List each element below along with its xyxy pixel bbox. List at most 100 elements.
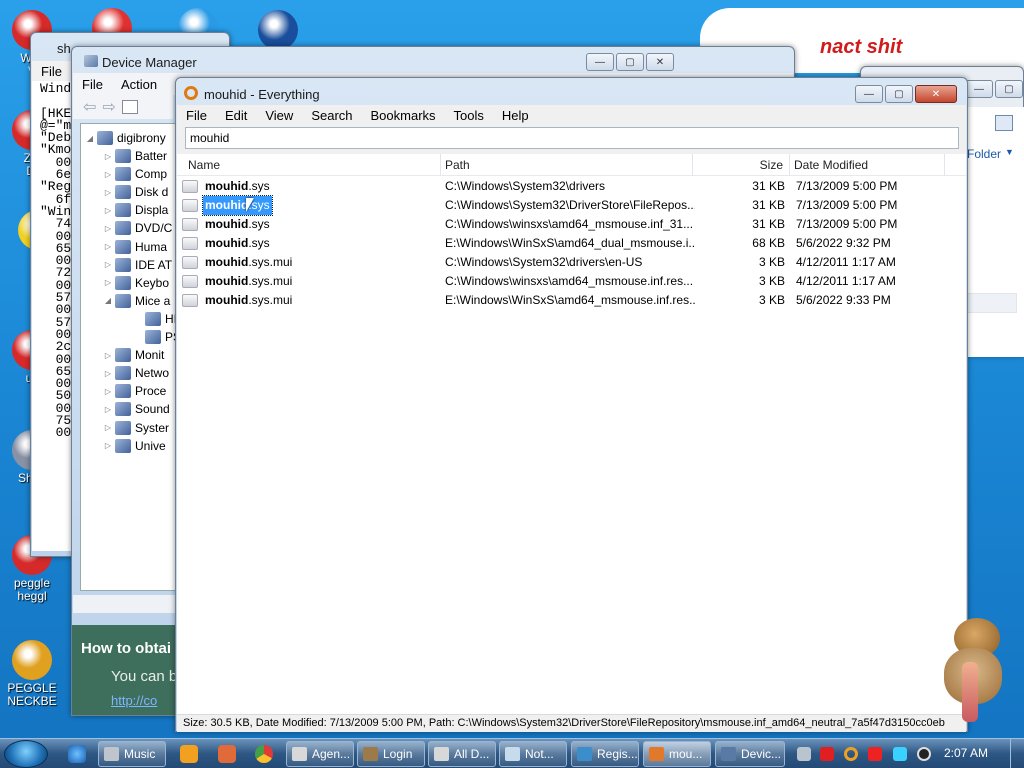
minimize-button[interactable]: —	[586, 53, 614, 71]
taskbar-button[interactable]: Agen...	[286, 741, 354, 767]
tray-icon-2[interactable]	[820, 747, 834, 761]
expand-icon[interactable]: ▷	[103, 152, 113, 161]
result-row[interactable]: mouhid.sys C:\Windows\winsxs\amd64_msmous…	[179, 215, 949, 234]
expand-icon[interactable]: ▷	[103, 278, 113, 287]
tree-item[interactable]: ▷ Huma	[103, 238, 167, 256]
minimize-button[interactable]: —	[965, 80, 993, 98]
tree-item[interactable]: ▷ Monit	[103, 346, 164, 364]
network-icon[interactable]	[893, 747, 907, 761]
tree-item[interactable]: ▷ Keybo	[103, 274, 169, 292]
chevron-down-icon[interactable]: ▼	[1005, 147, 1014, 157]
result-row[interactable]: mouhid.sys C:\Windows\System32\DriverStor…	[179, 195, 949, 216]
expand-icon[interactable]: ▷	[103, 188, 113, 197]
result-row[interactable]: mouhid.sys.mui C:\Windows\winsxs\amd64_ms…	[179, 272, 949, 291]
result-row[interactable]: mouhid.sys.mui E:\Windows\WinSxS\amd64_ms…	[179, 291, 949, 310]
result-row[interactable]: mouhid.sys E:\Windows\WinSxS\amd64_dual_m…	[179, 234, 949, 253]
tree-item[interactable]: ▷ Unive	[103, 437, 166, 455]
flag-icon[interactable]	[868, 747, 882, 761]
maximize-button[interactable]: ▢	[616, 53, 644, 71]
close-button[interactable]: ✕	[915, 85, 957, 103]
menu-help[interactable]: Help	[493, 108, 538, 123]
tree-item[interactable]: PS	[133, 328, 181, 346]
col-size[interactable]: Size	[693, 154, 790, 176]
tree-item[interactable]: ▷ Batter	[103, 147, 167, 165]
expand-icon[interactable]: ▷	[103, 260, 113, 269]
forward-arrow-icon[interactable]: ⇨	[102, 97, 115, 117]
taskbar-button[interactable]: mou...	[643, 741, 711, 767]
clock[interactable]: 2:07 AM	[944, 746, 988, 760]
view-icon[interactable]	[995, 115, 1013, 131]
maximize-button[interactable]: ▢	[885, 85, 913, 103]
expand-icon[interactable]: ▷	[103, 369, 113, 378]
expand-icon[interactable]: ▷	[103, 351, 113, 360]
results-list[interactable]: Name Path Size Date Modified mouhid.sys C…	[177, 154, 966, 716]
tree-item[interactable]: ▷ IDE AT	[103, 256, 172, 274]
expand-icon[interactable]: ▷	[103, 441, 113, 450]
tree-item[interactable]: HI	[133, 310, 177, 328]
expand-icon[interactable]: ▷	[103, 206, 113, 215]
result-row[interactable]: mouhid.sys C:\Windows\System32\drivers 31 …	[179, 177, 949, 196]
menu-bookmarks[interactable]: Bookmarks	[362, 108, 445, 123]
desktop-app-icon[interactable]	[258, 10, 298, 50]
menu-file[interactable]: File	[32, 64, 71, 79]
taskbar-button[interactable]: All D...	[428, 741, 496, 767]
tray-icon-1[interactable]	[797, 747, 811, 761]
collapse-icon[interactable]: ◢	[103, 296, 113, 305]
taskbar-button[interactable]: Login	[357, 741, 425, 767]
properties-icon[interactable]	[121, 100, 138, 114]
tree-item[interactable]: ▷ Disk d	[103, 183, 168, 201]
taskbar-button[interactable]: Not...	[499, 741, 567, 767]
expand-icon[interactable]: ◢	[85, 134, 95, 143]
menu-file[interactable]: File	[177, 108, 216, 123]
menu-view[interactable]: View	[256, 108, 302, 123]
expand-icon[interactable]: ▷	[103, 423, 113, 432]
expand-icon[interactable]: ▷	[103, 170, 113, 179]
menu-file[interactable]: File	[73, 77, 112, 92]
media-player-icon[interactable]	[180, 745, 198, 763]
tree-item[interactable]: ▷ DVD/C	[103, 219, 172, 237]
expand-icon[interactable]: ▷	[103, 405, 113, 414]
taskbar-button[interactable]: Devic...	[715, 741, 785, 767]
taskbar-button[interactable]: Music	[98, 741, 166, 767]
ie-icon[interactable]	[68, 745, 86, 763]
device-tree[interactable]: ◢ digibrony ▷ Batter ▷ Comp ▷ Disk d ▷ Displa ▷ D…	[80, 123, 181, 591]
file-size: 3 KB	[758, 293, 785, 307]
tree-item[interactable]: ▷ Netwo	[103, 364, 169, 382]
tree-item[interactable]: ◢ Mice a	[103, 292, 170, 310]
expand-icon[interactable]: ▷	[103, 242, 113, 251]
result-row[interactable]: mouhid.sys.mui C:\Windows\System32\driver…	[179, 253, 949, 272]
maximize-button[interactable]: ▢	[995, 80, 1023, 98]
col-path[interactable]: Path	[441, 154, 693, 176]
taskbar-button[interactable]: Regis...	[571, 741, 639, 767]
tree-item[interactable]: ▷ Sound	[103, 400, 170, 418]
tree-root[interactable]: ◢ digibrony	[85, 129, 166, 147]
chrome-icon[interactable]	[255, 745, 273, 763]
tree-item[interactable]: ▷ Proce	[103, 382, 166, 400]
desktop-icon[interactable]: PEGGLE NECKBE	[2, 640, 62, 708]
close-button[interactable]: ✕	[646, 53, 674, 71]
col-name[interactable]: Name	[184, 154, 441, 176]
menu-tools[interactable]: Tools	[445, 108, 493, 123]
start-button[interactable]	[4, 740, 48, 768]
menu-action[interactable]: Action	[112, 77, 166, 92]
name-match: mouhid	[205, 198, 249, 212]
tree-item[interactable]: ▷ Syster	[103, 419, 169, 437]
folder-button[interactable]: Folder	[967, 147, 1001, 161]
show-desktop-button[interactable]	[1010, 739, 1024, 768]
search-input[interactable]	[185, 127, 959, 149]
everything-window[interactable]: mouhid - Everything — ▢ ✕ File Edit View Se…	[175, 77, 968, 732]
menu-search[interactable]: Search	[302, 108, 361, 123]
file-date: 7/13/2009 5:00 PM	[796, 179, 898, 193]
tray-search-icon[interactable]	[844, 747, 858, 761]
minimize-button[interactable]: —	[855, 85, 883, 103]
expand-icon[interactable]: ▷	[103, 224, 113, 233]
expand-icon[interactable]: ▷	[103, 387, 113, 396]
tree-item[interactable]: ▷ Displa	[103, 201, 168, 219]
volume-icon[interactable]	[917, 747, 931, 761]
app-icon[interactable]	[218, 745, 236, 763]
menu-edit[interactable]: Edit	[216, 108, 256, 123]
help-link[interactable]: http://co	[111, 693, 157, 708]
col-date[interactable]: Date Modified	[790, 154, 945, 176]
back-arrow-icon[interactable]: ⇦	[83, 97, 96, 117]
tree-item[interactable]: ▷ Comp	[103, 165, 167, 183]
